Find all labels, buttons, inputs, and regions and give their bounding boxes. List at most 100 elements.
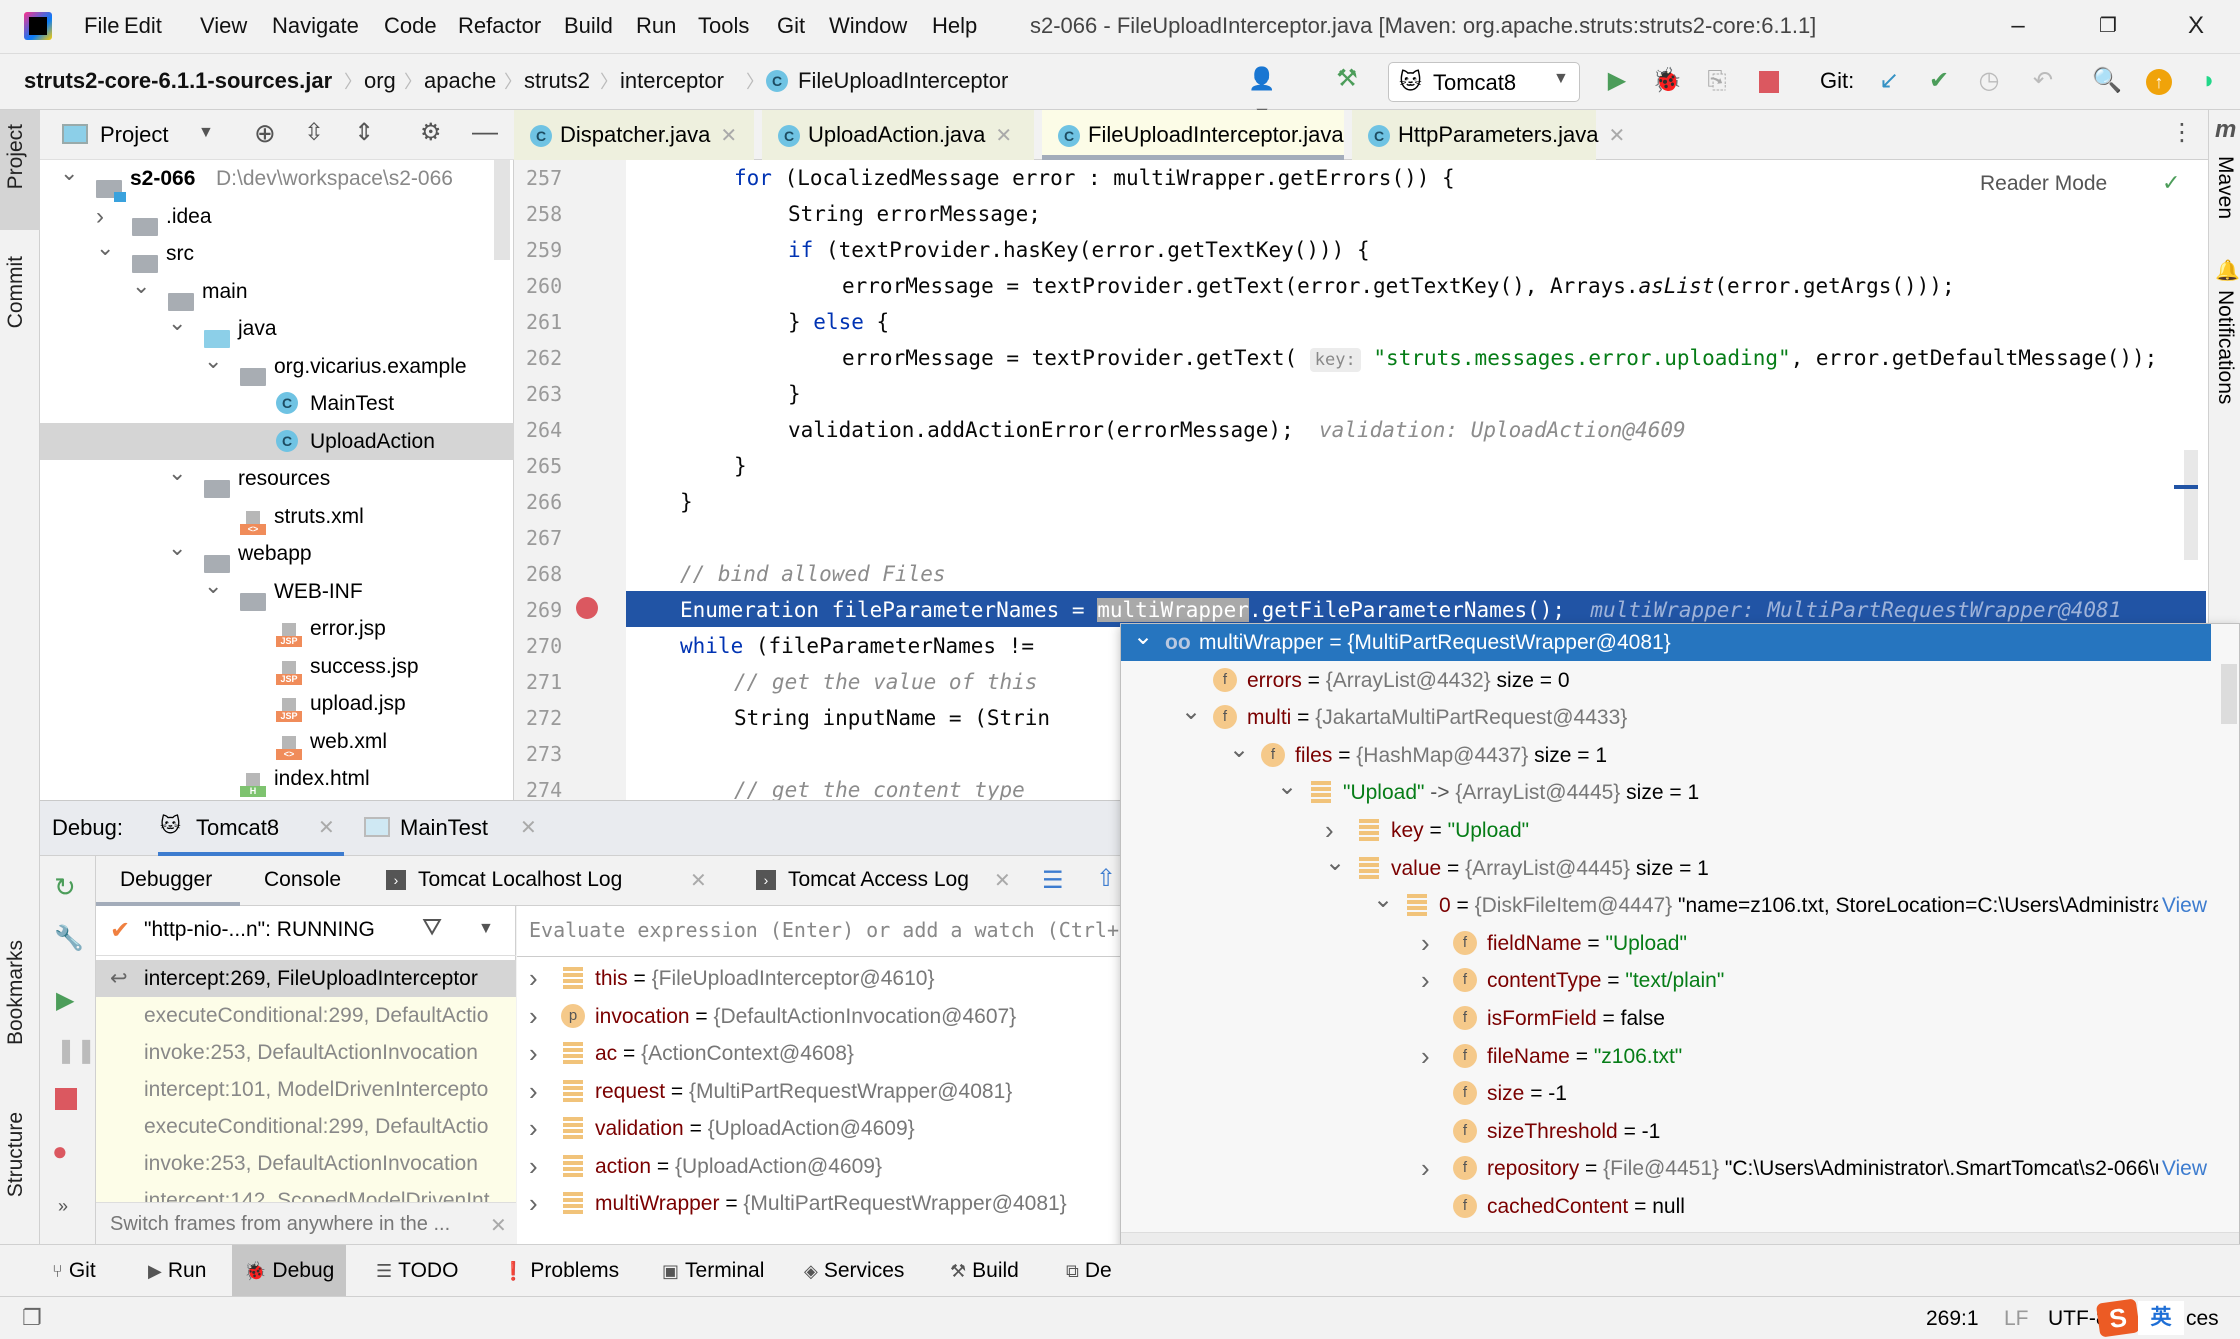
inspector-row[interactable]: f cachedContent = null [1121,1188,2211,1225]
stack-frame[interactable]: intercept:101, ModelDrivenIntercepto [96,1071,516,1108]
attach-profiler-icon[interactable]: ⎘ [1700,64,1734,98]
search-icon[interactable]: 🔍 [2090,64,2124,98]
tree-item[interactable]: <> struts.xml [40,498,514,535]
stack-frame[interactable]: invoke:253, DefaultActionInvocation [96,1145,516,1182]
editor-tab[interactable]: C Dispatcher.java ✕ [514,110,754,160]
hide-icon[interactable]: — [472,116,498,147]
chevron-right-icon[interactable]: › [529,1148,538,1185]
inspector-row[interactable]: ⌄ f files = {HashMap@4437} size = 1 [1121,737,2211,774]
select-opened-file-icon[interactable]: ⊕ [254,118,276,149]
collapse-all-icon[interactable]: ⇕ [354,118,374,147]
maximize-button[interactable]: ❐ [2088,8,2128,44]
code-line[interactable]: while (fileParameterNames != [680,628,1047,664]
editor-tab[interactable]: CFileUploadInterceptor.java✕ [1042,110,1370,160]
code-line[interactable]: } [680,484,693,520]
view-link[interactable]: View [2157,887,2207,925]
scrollbar[interactable] [494,160,510,260]
tree-item[interactable]: JSP upload.jsp [40,685,514,723]
code-line[interactable]: // bind allowed Files [680,556,946,592]
stack-frame[interactable]: executeConditional:299, DefaultActio [96,997,516,1034]
chevron-down-icon[interactable]: ▼ [478,920,494,938]
scrollbar[interactable] [2221,664,2237,724]
pause-icon[interactable]: ❚❚ [56,1036,96,1065]
code-line[interactable]: validation.addActionError(errorMessage);… [788,412,1686,448]
inspector-row[interactable]: f errors = {ArrayList@4432} size = 0 [1121,662,2211,699]
chevron-right-icon[interactable]: › [1421,925,1430,962]
tree-item[interactable]: Hindex.html [40,760,514,798]
wrench-icon[interactable]: 🔧 [54,924,84,953]
tree-item[interactable]: ⌄ s2-066 D:\dev\workspace\s2-066 [40,160,514,203]
stack-frame[interactable]: executeConditional:299, DefaultActio [96,1108,516,1145]
tool-window-run[interactable]: ▶ Run [136,1245,218,1297]
inspector-row[interactable]: ⌄ oo multiWrapper = {MultiPartRequestWrapp… [1121,624,2211,661]
more-tabs-icon[interactable]: ⋮ [2170,118,2194,147]
editor-tab[interactable]: C HttpParameters.java ✕ [1352,110,1625,160]
inspector-row[interactable]: ⌄ value = {ArrayList@4445} size = 1 [1121,850,2211,887]
chevron-right-icon[interactable]: › [1325,812,1334,849]
chevron-down-icon[interactable]: ⌄ [204,342,222,379]
inspector-row[interactable]: › f contentType = "text/plain" [1121,962,2211,999]
menu-git[interactable]: Git [777,13,805,39]
run-icon[interactable]: ▶ [1600,64,1634,98]
close-icon[interactable]: ✕ [490,1213,507,1238]
chevron-right-icon[interactable]: › [529,1073,538,1110]
toggle-tool-windows-icon[interactable]: ❐ [22,1305,42,1331]
inspector-row[interactable]: ⌄ "Upload" -> {ArrayList@4445} size = 1 [1121,774,2211,811]
menu-window[interactable]: Window [829,13,907,39]
tool-tab-commit[interactable]: Commit [4,256,28,328]
git-history-icon[interactable]: ◷ [1972,64,2006,98]
tree-item[interactable]: ⌄ src [40,235,514,274]
filter-icon[interactable]: ⛛ [422,914,442,942]
chevron-down-icon[interactable]: ⌄ [168,454,186,491]
view-breakpoints-icon[interactable]: ● [52,1136,68,1167]
close-icon[interactable]: ✕ [690,868,707,893]
stack-frame[interactable]: ↩ intercept:269, FileUploadInterceptor [96,960,516,997]
tree-item[interactable]: C MainTest [40,385,514,422]
code-with-me-icon[interactable]: ◗ [2192,64,2226,98]
reader-mode-toggle[interactable]: Reader Mode [1980,172,2107,196]
thread-selector[interactable]: ✔ "http-nio-...n": RUNNING ⛛ ▼ [96,906,516,956]
tool-tab-maven[interactable]: Maven [2213,156,2237,219]
close-icon[interactable]: ✕ [520,815,537,840]
tool-window-todo[interactable]: ☰ TODO [364,1245,470,1297]
breadcrumb-item[interactable]: org [364,68,396,94]
chevron-right-icon[interactable]: › [529,1035,538,1072]
variable-row[interactable]: › multiWrapper = {MultiPartRequestWrapper… [517,1185,1160,1222]
evaluate-expression-input[interactable]: Evaluate expression (Enter) or add a wat… [529,918,1149,942]
minimize-button[interactable]: – [1998,8,2038,44]
code-line[interactable]: errorMessage = textProvider.getText(erro… [842,268,1955,304]
tree-item[interactable]: ⌄ org.vicarius.example [40,348,514,386]
project-view-selector[interactable]: Project [100,122,168,148]
breadcrumb-item[interactable]: FileUploadInterceptor [798,68,1008,94]
caret-position[interactable]: 269:1 [1926,1307,1979,1331]
chevron-right-icon[interactable]: › [529,1185,538,1222]
debug-session-tab-maintest[interactable]: MainTest ✕ [360,801,570,856]
close-icon[interactable]: ✕ [720,125,737,147]
menu-code[interactable]: Code [384,13,437,39]
debug-session-tab-tomcat8[interactable]: 🐱 Tomcat8 ✕ [158,801,344,856]
variable-row[interactable]: › request = {MultiPartRequestWrapper@4081… [517,1073,1160,1110]
breadcrumb-item[interactable]: struts2-core-6.1.1-sources.jar [24,68,332,94]
chevron-down-icon[interactable]: ⌄ [168,529,186,566]
chevron-down-icon[interactable]: ⌄ [96,229,114,266]
close-icon[interactable]: ✕ [994,868,1011,893]
tree-item[interactable]: ⌄ java [40,310,514,349]
close-icon[interactable]: ✕ [318,815,335,840]
code-line[interactable]: // get the value of this [734,664,1037,700]
breadcrumb-item[interactable]: interceptor [620,68,724,94]
menu-build[interactable]: Build [564,13,613,39]
menu-help[interactable]: Help [932,13,977,39]
show-execution-point-icon[interactable]: ⇧ [1096,864,1116,893]
line-separator[interactable]: LF [2004,1307,2029,1331]
git-rollback-icon[interactable]: ↶ [2026,64,2060,98]
debug-icon[interactable]: 🐞 [1650,64,1684,98]
chevron-down-icon[interactable]: ⌄ [1181,699,1201,730]
chevron-right-icon[interactable]: › [1421,1038,1430,1075]
variable-row[interactable]: › p invocation = {DefaultActionInvocation@… [517,998,1160,1035]
chevron-down-icon[interactable]: ⌄ [204,567,222,604]
tool-tab-structure[interactable]: Structure [4,1112,28,1197]
tool-window-services[interactable]: ◈ Services [792,1245,916,1297]
tree-item[interactable]: ⌄ WEB-INF [40,573,514,611]
menu-view[interactable]: View [200,13,247,39]
chevron-down-icon[interactable]: ⌄ [1133,624,1153,655]
